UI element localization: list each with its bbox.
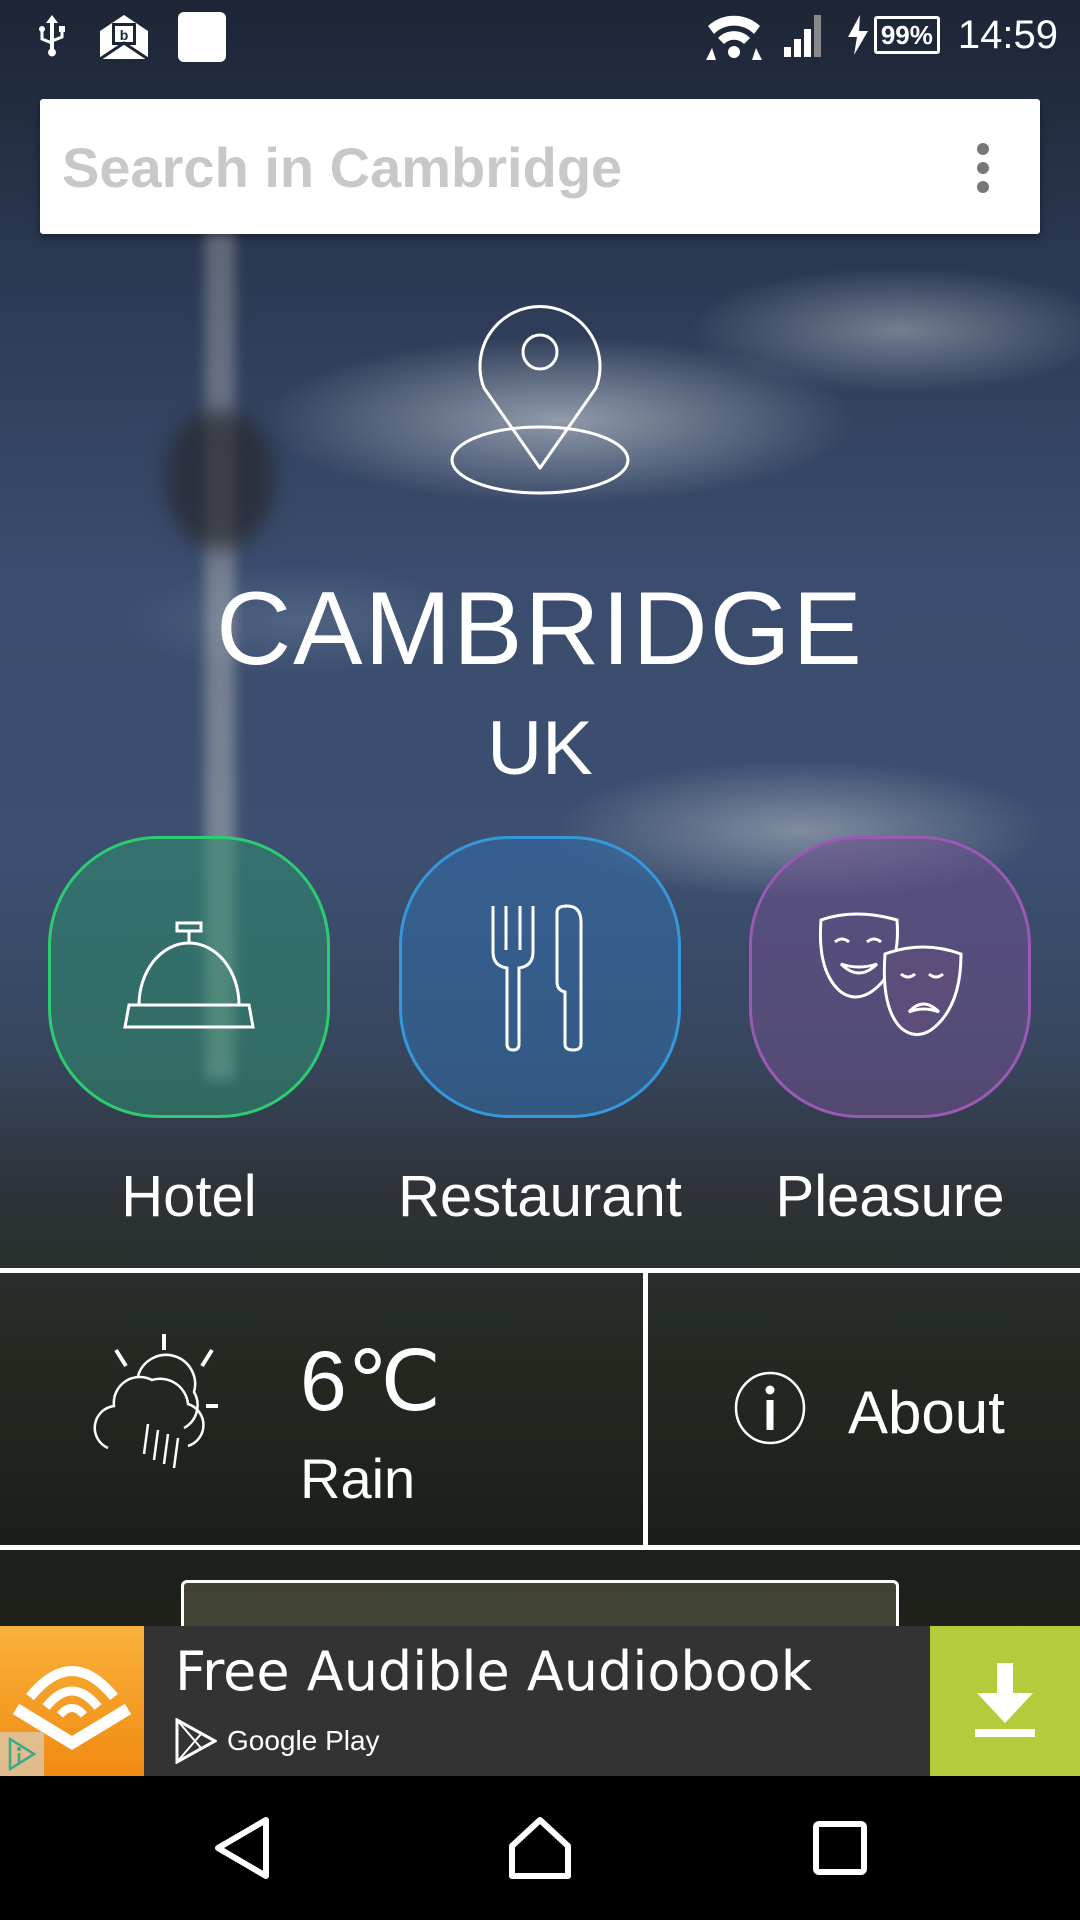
hotel-button[interactable]: [48, 836, 330, 1118]
sun-cloud-rain-icon: [93, 1334, 218, 1469]
search-input[interactable]: [60, 119, 944, 216]
city-name: CAMBRIDGE: [216, 571, 864, 687]
ad-banner[interactable]: Free Audible Audiobook Google Play: [0, 1626, 1080, 1776]
weather-condition: Rain: [300, 1447, 416, 1510]
adchoices-button[interactable]: [0, 1732, 44, 1776]
download-icon: [975, 1663, 1035, 1737]
background-tower-sphere: [165, 410, 275, 550]
about-label: About: [848, 1379, 1005, 1446]
fork-knife-icon: [491, 904, 583, 1052]
divider-bottom: [0, 1545, 1080, 1550]
home-button[interactable]: [500, 1808, 580, 1888]
ad-title: Free Audible Audiobook: [175, 1640, 812, 1703]
app-notification-icon: [178, 12, 226, 62]
battery-indicator: 99%: [873, 16, 940, 54]
charging-icon: [847, 15, 868, 55]
home-icon: [509, 1817, 571, 1879]
mail-notification-icon: b: [99, 15, 149, 61]
search-bar: [40, 99, 1040, 234]
recents-icon: [813, 1821, 867, 1875]
google-play-icon: [175, 1718, 217, 1764]
map-pin-icon: [450, 305, 630, 495]
pleasure-label: Pleasure: [775, 1164, 1005, 1229]
ad-store-label: Google Play: [227, 1725, 380, 1756]
temperature: 6℃: [300, 1334, 442, 1428]
pleasure-button[interactable]: [749, 836, 1031, 1118]
adchoices-icon: [8, 1737, 37, 1771]
svg-text:b: b: [120, 27, 129, 43]
status-bar: b 99% 14:59: [0, 0, 1080, 78]
more-vert-icon[interactable]: [976, 143, 990, 193]
wifi-icon: [705, 15, 762, 60]
navigation-bar: [0, 1776, 1080, 1920]
theater-masks-icon: [818, 912, 963, 1036]
restaurant-button[interactable]: [399, 836, 681, 1118]
cell-signal-icon: [783, 15, 821, 57]
back-button[interactable]: [202, 1808, 282, 1888]
country-name: UK: [487, 706, 593, 791]
ad-download-button[interactable]: [930, 1626, 1080, 1776]
clock: 14:59: [957, 12, 1058, 57]
info-icon: [734, 1371, 806, 1445]
service-bell-icon: [123, 921, 255, 1029]
usb-icon: [39, 15, 65, 57]
recents-button[interactable]: [800, 1808, 880, 1888]
restaurant-label: Restaurant: [398, 1164, 682, 1229]
hotel-label: Hotel: [121, 1164, 257, 1229]
back-icon: [215, 1817, 269, 1879]
